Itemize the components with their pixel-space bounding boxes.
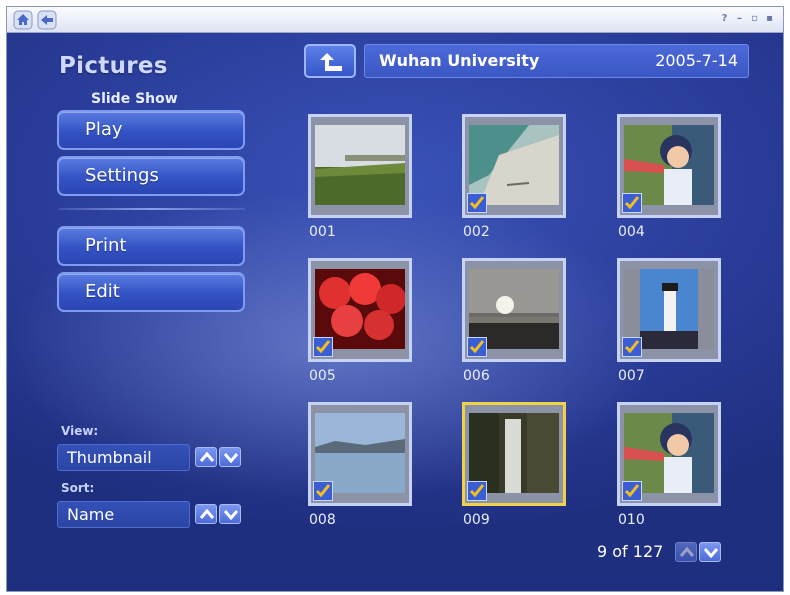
photo-thumbnail[interactable] — [308, 114, 412, 218]
photo-label: 008 — [309, 512, 336, 528]
checkbox-checked-icon[interactable] — [467, 481, 487, 501]
photo-thumbnail[interactable] — [617, 258, 721, 362]
title-bar: ? – ▫ ▪ — [7, 7, 783, 33]
checkbox-checked-icon[interactable] — [313, 337, 333, 357]
chevron-up-icon — [680, 547, 694, 557]
help-button[interactable]: ? — [719, 13, 730, 25]
slideshow-heading: Slide Show — [91, 91, 178, 107]
sort-next-button[interactable] — [219, 504, 241, 524]
chevron-up-icon — [200, 509, 214, 519]
restore-button[interactable]: ▫ — [749, 13, 760, 25]
folder-bar: Wuhan University 2005-7-14 — [364, 44, 749, 78]
photo-label: 002 — [463, 224, 490, 240]
checkbox-checked-icon[interactable] — [467, 337, 487, 357]
photo-label: 010 — [618, 512, 645, 528]
page-indicator: 9 of 127 — [597, 542, 664, 561]
up-arrow-icon — [320, 53, 342, 71]
photo-label: 009 — [463, 512, 490, 528]
photo-image — [315, 125, 405, 205]
view-prev-button[interactable] — [195, 447, 217, 467]
photo-label: 006 — [463, 368, 490, 384]
checkbox-checked-icon[interactable] — [622, 481, 642, 501]
photo-label: 004 — [618, 224, 645, 240]
photo-thumbnail[interactable] — [462, 402, 566, 506]
media-center-window: ? – ▫ ▪ Pictures Slide Show Play Setting… — [6, 6, 784, 592]
sort-prev-button[interactable] — [195, 504, 217, 524]
window-controls: ? – ▫ ▪ — [719, 13, 775, 25]
play-button[interactable]: Play — [57, 110, 245, 150]
print-button[interactable]: Print — [57, 226, 245, 266]
photo-thumbnail[interactable] — [462, 258, 566, 362]
chevron-down-icon — [224, 453, 238, 463]
edit-button[interactable]: Edit — [57, 272, 245, 312]
view-label: View: — [61, 424, 99, 438]
page-down-button[interactable] — [699, 542, 721, 562]
photo-thumbnail[interactable] — [308, 402, 412, 506]
checkbox-checked-icon[interactable] — [313, 481, 333, 501]
photo-thumbnail[interactable] — [308, 258, 412, 362]
photo-thumbnail[interactable] — [462, 114, 566, 218]
sort-label: Sort: — [61, 481, 95, 495]
settings-button[interactable]: Settings — [57, 156, 245, 196]
home-icon[interactable] — [13, 10, 33, 30]
back-arrow-icon[interactable] — [37, 10, 57, 30]
view-next-button[interactable] — [219, 447, 241, 467]
chevron-up-icon — [200, 452, 214, 462]
menu-divider — [59, 208, 245, 210]
photo-thumbnail[interactable] — [617, 402, 721, 506]
checkbox-checked-icon[interactable] — [622, 193, 642, 213]
section-title: Pictures — [59, 53, 168, 79]
folder-name: Wuhan University — [379, 51, 540, 70]
photo-label: 005 — [309, 368, 336, 384]
up-folder-button[interactable] — [304, 44, 356, 78]
photo-thumbnail[interactable] — [617, 114, 721, 218]
photo-label: 001 — [309, 224, 336, 240]
checkbox-checked-icon[interactable] — [467, 193, 487, 213]
photo-label: 007 — [618, 368, 645, 384]
chevron-down-icon — [704, 548, 718, 558]
chevron-down-icon — [224, 510, 238, 520]
close-button[interactable]: ▪ — [764, 13, 775, 25]
view-select[interactable]: Thumbnail — [57, 444, 190, 471]
page-up-button[interactable] — [675, 542, 697, 562]
folder-date: 2005-7-14 — [655, 51, 738, 70]
minimize-button[interactable]: – — [734, 13, 745, 25]
sort-select[interactable]: Name — [57, 501, 190, 528]
checkbox-checked-icon[interactable] — [622, 337, 642, 357]
